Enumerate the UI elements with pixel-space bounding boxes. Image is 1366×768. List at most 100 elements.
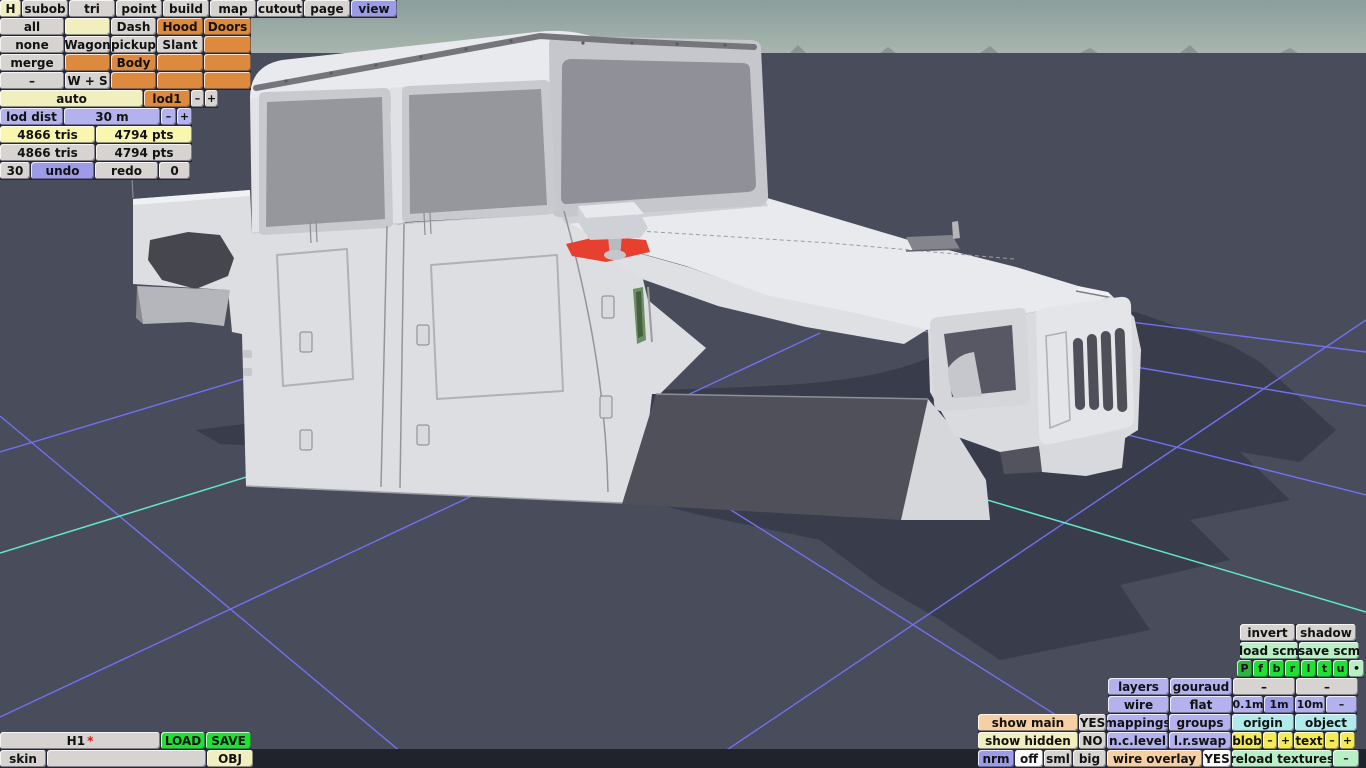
mappings-button[interactable]: mappings bbox=[1107, 714, 1168, 731]
select-all-button[interactable]: all bbox=[0, 18, 64, 35]
tab-build[interactable]: build bbox=[163, 0, 209, 17]
part-doors-button[interactable]: Doors bbox=[204, 18, 251, 35]
grid-step-minus-button[interactable]: – bbox=[1326, 696, 1357, 713]
part-cell-empty[interactable] bbox=[157, 54, 203, 71]
view-dot-button[interactable]: • bbox=[1349, 660, 1364, 677]
nrm-off-button[interactable]: off bbox=[1015, 750, 1043, 767]
tab-map[interactable]: map bbox=[210, 0, 256, 17]
lod-dist-plus-button[interactable]: + bbox=[177, 108, 192, 125]
part-cell-empty[interactable] bbox=[204, 54, 251, 71]
select-minus-button[interactable]: – bbox=[0, 72, 64, 89]
view-back-button[interactable]: b bbox=[1269, 660, 1284, 677]
invert-button[interactable]: invert bbox=[1240, 624, 1295, 641]
tab-subob[interactable]: subob bbox=[22, 0, 68, 17]
part-cell-empty[interactable] bbox=[111, 72, 156, 89]
groups-button[interactable]: groups bbox=[1169, 714, 1231, 731]
part-cell-empty[interactable] bbox=[65, 54, 110, 71]
lod-dist-label[interactable]: lod dist bbox=[0, 108, 63, 125]
lr-swap-button[interactable]: l.r.swap bbox=[1169, 732, 1231, 749]
nrm-big-button[interactable]: big bbox=[1073, 750, 1106, 767]
undo-count: 30 bbox=[0, 162, 30, 179]
text-button[interactable]: text bbox=[1294, 732, 1324, 749]
nc-level-button[interactable]: n.c.level bbox=[1107, 732, 1168, 749]
blob-minus-button[interactable]: – bbox=[1263, 732, 1277, 749]
app-window: H subob tri point build map cutout page … bbox=[0, 0, 1366, 768]
nrm-label[interactable]: nrm bbox=[978, 750, 1014, 767]
part-wagon-button[interactable]: Wagon bbox=[65, 36, 110, 53]
save-scm-button[interactable]: save scm bbox=[1299, 642, 1359, 659]
view-under-button[interactable]: u bbox=[1333, 660, 1348, 677]
viewport-3d[interactable] bbox=[0, 0, 1366, 768]
load-scm-button[interactable]: load scm bbox=[1240, 642, 1298, 659]
grid-step-10m-button[interactable]: 10m bbox=[1295, 696, 1325, 713]
subobject-row-4: – W + S bbox=[0, 72, 251, 90]
layers-button[interactable]: layers bbox=[1108, 678, 1169, 695]
view-right-button[interactable]: r bbox=[1285, 660, 1300, 677]
normals-row: nrm off sml big wire overlay YES reload … bbox=[978, 750, 1359, 768]
tab-cutout[interactable]: cutout bbox=[257, 0, 303, 17]
lod-minus-button[interactable]: – bbox=[191, 90, 204, 107]
gouraud-button[interactable]: gouraud bbox=[1170, 678, 1232, 695]
part-hood-button[interactable]: Hood bbox=[157, 18, 203, 35]
skin-button[interactable]: skin bbox=[0, 750, 46, 767]
spacer-button-1[interactable]: – bbox=[1233, 678, 1295, 695]
undo-button[interactable]: undo bbox=[31, 162, 94, 179]
view-front-button[interactable]: f bbox=[1253, 660, 1268, 677]
nrm-sml-button[interactable]: sml bbox=[1044, 750, 1072, 767]
save-button[interactable]: SAVE bbox=[206, 732, 251, 749]
object-button[interactable]: object bbox=[1295, 714, 1357, 731]
subobject-row-1: all Dash Hood Doors bbox=[0, 18, 251, 36]
tab-point[interactable]: point bbox=[116, 0, 162, 17]
tab-tri[interactable]: tri bbox=[69, 0, 115, 17]
layers-row: layers gouraud – – bbox=[1108, 678, 1358, 696]
lod-current[interactable]: lod1 bbox=[144, 90, 190, 107]
view-top-button[interactable]: t bbox=[1317, 660, 1332, 677]
part-cell-empty[interactable] bbox=[204, 72, 251, 89]
wire-overlay-button[interactable]: wire overlay bbox=[1107, 750, 1202, 767]
shadow-button[interactable]: shadow bbox=[1296, 624, 1356, 641]
reload-textures-minus-button[interactable]: – bbox=[1333, 750, 1359, 767]
reload-textures-button[interactable]: reload textures bbox=[1232, 750, 1332, 767]
part-dash-button[interactable]: Dash bbox=[111, 18, 156, 35]
spacer-button-2[interactable]: – bbox=[1296, 678, 1358, 695]
show-hidden-row: show hidden NO n.c.level l.r.swap blob –… bbox=[978, 732, 1355, 750]
tab-h[interactable]: H bbox=[0, 0, 21, 17]
wire-button[interactable]: wire bbox=[1108, 696, 1169, 713]
part-pickup-button[interactable]: pickup bbox=[111, 36, 156, 53]
origin-button[interactable]: origin bbox=[1232, 714, 1294, 731]
part-cell-empty[interactable] bbox=[157, 72, 203, 89]
flat-button[interactable]: flat bbox=[1170, 696, 1232, 713]
show-main-button[interactable]: show main bbox=[978, 714, 1078, 731]
tab-page[interactable]: page bbox=[304, 0, 350, 17]
text-plus-button[interactable]: + bbox=[1340, 732, 1355, 749]
part-ws-button[interactable]: W + S bbox=[65, 72, 110, 89]
part-cell-empty[interactable] bbox=[65, 18, 110, 35]
redo-button[interactable]: redo bbox=[95, 162, 158, 179]
lod-dist-minus-button[interactable]: – bbox=[161, 108, 176, 125]
format-obj-button[interactable]: OBJ bbox=[207, 750, 253, 767]
tab-view-active[interactable]: view bbox=[351, 0, 397, 17]
skin-bar: skin OBJ bbox=[0, 750, 253, 768]
blob-plus-button[interactable]: + bbox=[1278, 732, 1293, 749]
view-perspective-button[interactable]: P bbox=[1237, 660, 1252, 677]
blob-button[interactable]: blob bbox=[1232, 732, 1262, 749]
part-body-button[interactable]: Body bbox=[111, 54, 156, 71]
tris-count-total: 4866 tris bbox=[0, 144, 95, 161]
show-hidden-value[interactable]: NO bbox=[1079, 732, 1106, 749]
model-name-field[interactable]: H1 * bbox=[0, 732, 160, 749]
lod-auto-button[interactable]: auto bbox=[0, 90, 143, 107]
show-main-value[interactable]: YES bbox=[1079, 714, 1106, 731]
part-slant-button[interactable]: Slant bbox=[157, 36, 203, 53]
select-none-button[interactable]: none bbox=[0, 36, 64, 53]
grid-step-01m-button[interactable]: 0.1m bbox=[1233, 696, 1263, 713]
text-minus-button[interactable]: – bbox=[1325, 732, 1339, 749]
show-hidden-button[interactable]: show hidden bbox=[978, 732, 1078, 749]
load-button[interactable]: LOAD bbox=[161, 732, 205, 749]
part-cell-empty[interactable] bbox=[204, 36, 251, 53]
wire-overlay-value[interactable]: YES bbox=[1203, 750, 1231, 767]
merge-button[interactable]: merge bbox=[0, 54, 64, 71]
lod-plus-button[interactable]: + bbox=[205, 90, 218, 107]
skin-name-field[interactable] bbox=[47, 750, 206, 767]
view-left-button[interactable]: l bbox=[1301, 660, 1316, 677]
grid-step-1m-button[interactable]: 1m bbox=[1264, 696, 1294, 713]
